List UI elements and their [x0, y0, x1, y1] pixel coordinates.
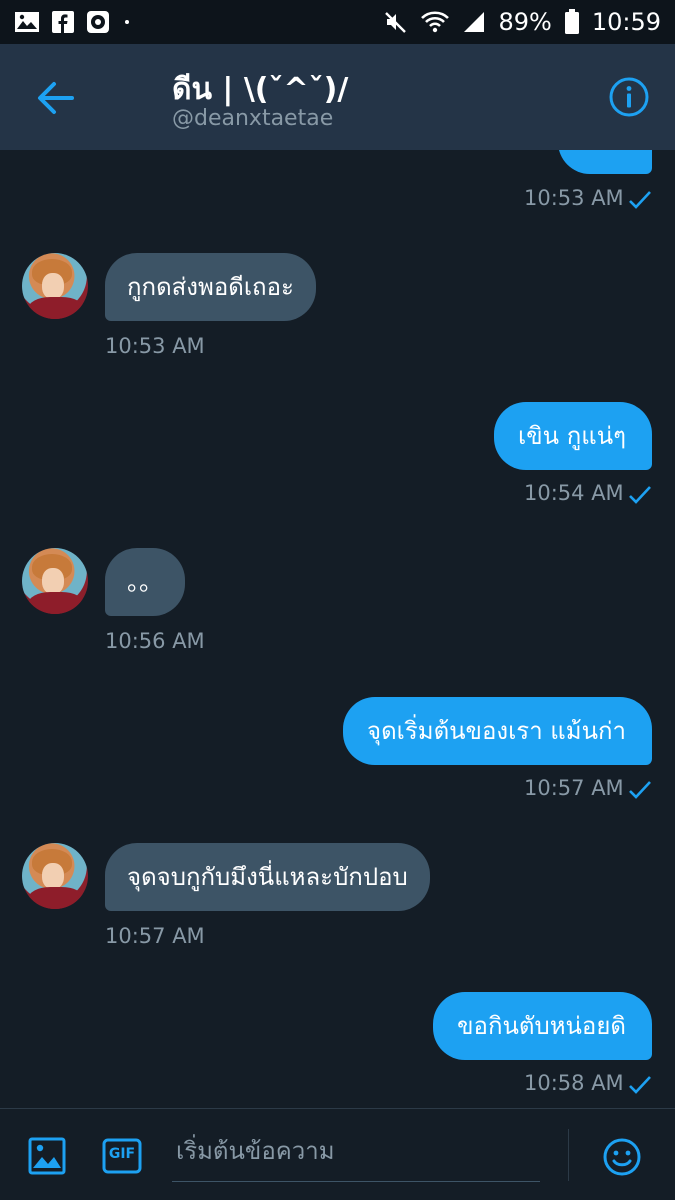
- emoji-button[interactable]: [602, 1137, 642, 1177]
- battery-percent: 89%: [498, 8, 552, 36]
- gif-button[interactable]: GIF: [102, 1137, 142, 1175]
- message-text: ขอกินตับหน่อยดิ: [457, 1012, 626, 1040]
- message-time: 10:58 AM: [524, 1071, 624, 1095]
- message-bubble-incoming[interactable]: กูกดส่งพอดีเถอะ: [105, 253, 316, 321]
- message-text: 。。: [127, 568, 163, 596]
- message-bubble-outgoing[interactable]: จุดเริ่มต้นของเรา แม้นก่า: [343, 697, 652, 765]
- battery-icon: [564, 9, 580, 35]
- message-time: 10:57 AM: [105, 924, 205, 948]
- arrow-left-icon: [38, 82, 74, 114]
- message-text: เขิน กูแน่ๆ: [518, 422, 626, 450]
- avatar[interactable]: [22, 548, 88, 614]
- read-check-icon: [629, 1076, 651, 1094]
- message-bubble-outgoing[interactable]: เขิน กูแน่ๆ: [494, 402, 652, 470]
- conversation-handle: @deanxtaetae: [172, 106, 334, 131]
- message-text: กูกดส่งพอดีเถอะ: [127, 273, 294, 301]
- message-composer: GIF: [0, 1108, 675, 1200]
- wifi-icon: [420, 10, 450, 34]
- read-check-icon: [629, 486, 651, 504]
- media-button[interactable]: [28, 1137, 66, 1175]
- composer-divider: [568, 1129, 569, 1181]
- message-time: 10:54 AM: [524, 481, 624, 505]
- message-bubble-incoming[interactable]: จุดจบกูกับมึงนี่แหละบักปอบ: [105, 843, 430, 911]
- back-button[interactable]: [32, 78, 80, 118]
- smiley-icon: [603, 1138, 641, 1176]
- message-bubble-outgoing[interactable]: [558, 150, 652, 174]
- conversation-header: ดีน | \(ˇ^ˇ)/ @deanxtaetae: [0, 44, 675, 150]
- message-bubble-outgoing[interactable]: ขอกินตับหน่อยดิ: [433, 992, 652, 1060]
- status-time: 10:59: [591, 8, 661, 36]
- avatar[interactable]: [22, 253, 88, 319]
- message-time: 10:53 AM: [524, 186, 624, 210]
- message-bubble-incoming[interactable]: 。。: [105, 548, 185, 616]
- message-time: 10:56 AM: [105, 629, 205, 653]
- music-icon: [86, 10, 110, 34]
- signal-icon: [462, 10, 486, 34]
- input-underline: [172, 1181, 540, 1182]
- message-text: จุดเริ่มต้นของเรา แม้นก่า: [367, 717, 626, 745]
- mute-icon: [384, 10, 408, 34]
- gif-label: GIF: [108, 1146, 136, 1162]
- facebook-icon: [52, 11, 74, 33]
- status-bar-right: 89% 10:59: [384, 8, 661, 36]
- read-check-icon: [629, 191, 651, 209]
- status-bar-left: [14, 10, 132, 34]
- image-icon: [14, 11, 40, 33]
- info-button[interactable]: [608, 76, 650, 118]
- message-text: จุดจบกูกับมึงนี่แหละบักปอบ: [127, 863, 408, 891]
- read-check-icon: [629, 781, 651, 799]
- message-input[interactable]: [172, 1129, 548, 1173]
- dot-icon: [122, 17, 132, 27]
- info-icon: [609, 77, 649, 117]
- avatar[interactable]: [22, 843, 88, 909]
- message-time: 10:53 AM: [105, 334, 205, 358]
- image-icon: [28, 1137, 66, 1175]
- status-bar: 89% 10:59: [0, 0, 675, 44]
- message-list: 10:53 AM กูกดส่งพอดีเถอะ 10:53 AM เขิน ก…: [0, 150, 675, 1108]
- message-time: 10:57 AM: [524, 776, 624, 800]
